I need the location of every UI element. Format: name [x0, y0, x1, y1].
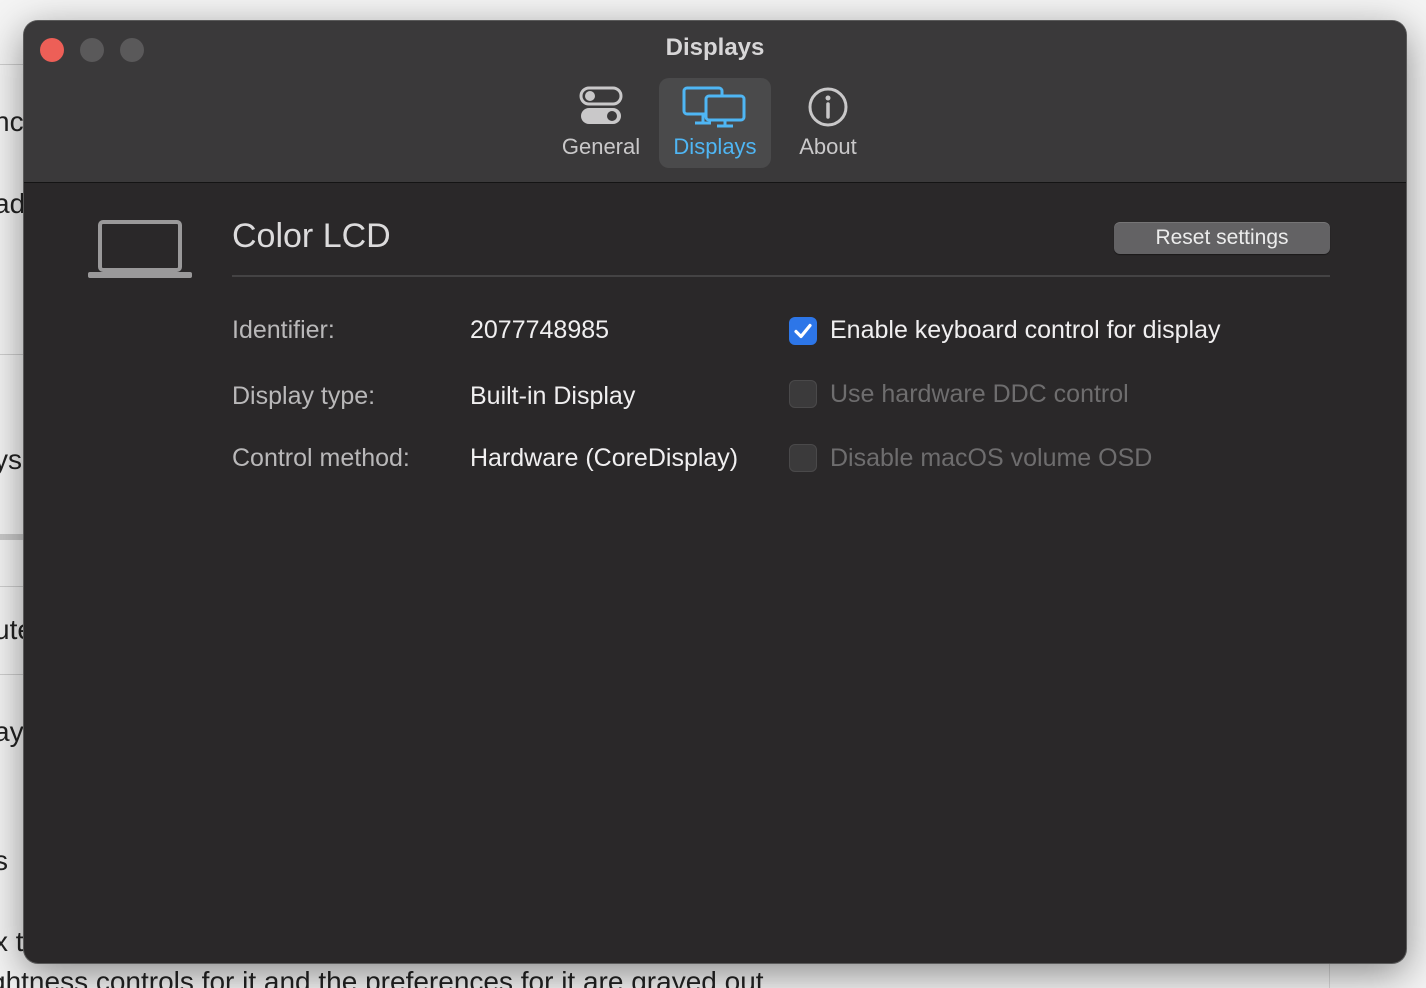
background-text-fragment: ys [0, 444, 22, 475]
toggle-switches-icon [579, 86, 623, 131]
background-text-fragment: s [0, 845, 8, 876]
background-text-fragment: nc [0, 106, 24, 137]
header-divider [232, 275, 1330, 277]
identifier-value: 2077748985 [470, 316, 610, 344]
preferences-window: Displays General Displays About Color LC… [24, 21, 1406, 963]
keyboard-control-label[interactable]: Enable keyboard control for display [830, 316, 1221, 345]
background-bottom-text: ghtness controls for it and the preferen… [0, 966, 764, 988]
background-text-fragment: ad [0, 188, 26, 219]
window-title: Displays [665, 34, 765, 61]
hardware-ddc-checkbox[interactable] [789, 380, 817, 408]
tab-about[interactable]: About [784, 78, 872, 168]
identifier-label: Identifier: [232, 316, 335, 344]
display-name: Color LCD [232, 217, 391, 255]
disable-volume-osd-label: Disable macOS volume OSD [830, 444, 1153, 472]
tab-about-label: About [799, 134, 857, 159]
control-method-value: Hardware (CoreDisplay) [470, 444, 739, 472]
background-divider [1329, 960, 1330, 988]
window-toolbar: Displays General Displays About [24, 21, 1406, 183]
tab-displays-label: Displays [673, 134, 757, 159]
tab-general-label: General [561, 134, 641, 159]
preferences-tabs: General Displays About [24, 78, 1406, 168]
keyboard-control-checkbox[interactable] [789, 317, 817, 345]
reset-settings-button[interactable]: Reset settings [1114, 222, 1330, 254]
laptop-icon [86, 218, 194, 285]
disable-volume-osd-checkbox[interactable] [789, 444, 817, 472]
display-type-value: Built-in Display [470, 382, 636, 410]
control-method-label: Control method: [232, 444, 410, 472]
tab-displays[interactable]: Displays [659, 78, 771, 168]
info-circle-icon [807, 86, 849, 133]
background-text-fragment: ay [0, 716, 24, 747]
tab-general[interactable]: General [556, 78, 646, 168]
background-text-fragment: x t [0, 926, 24, 957]
hardware-ddc-label: Use hardware DDC control [830, 380, 1129, 408]
checkmark-icon [794, 323, 812, 339]
displays-icon [682, 86, 748, 133]
display-type-label: Display type: [232, 382, 376, 410]
